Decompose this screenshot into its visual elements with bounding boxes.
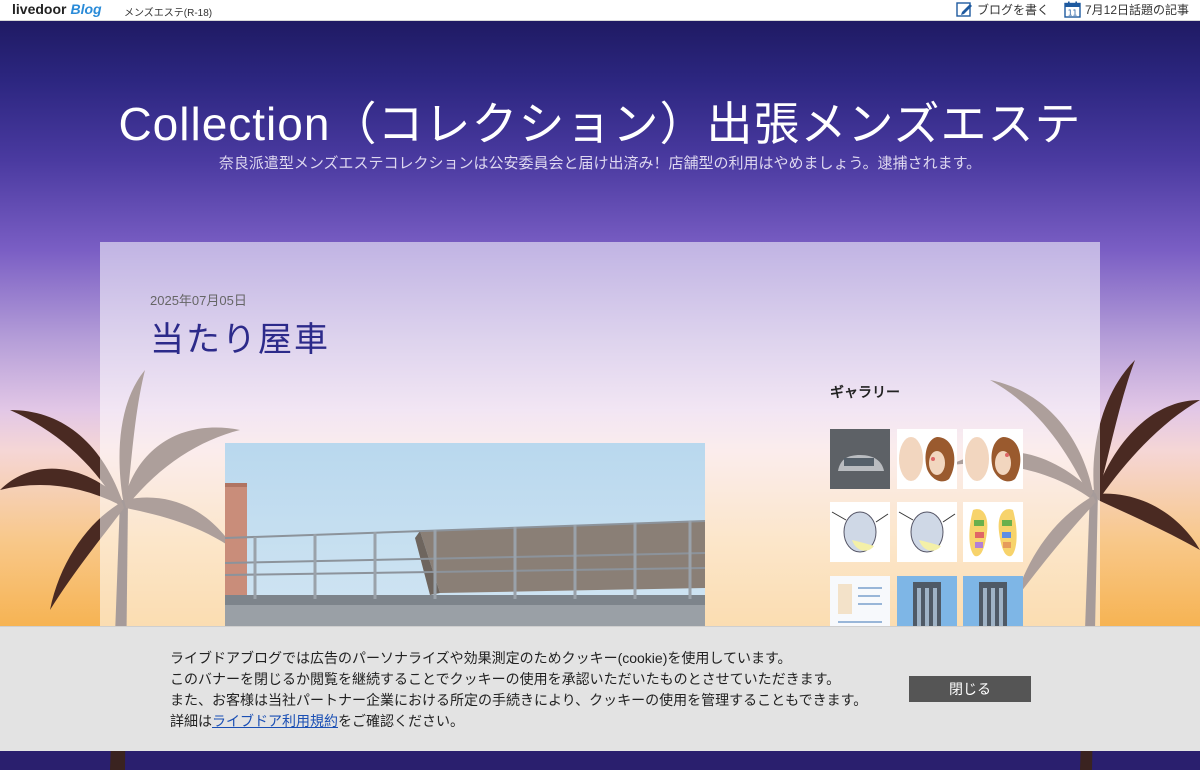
ear-diagram-icon (897, 502, 957, 562)
blog-description: 奈良派遣型メンズエステコレクションは公安委員会と届け出済み！店舗型の利用はやめま… (218, 155, 982, 172)
post-date: 2025年07月05日 (150, 293, 247, 308)
cookie-text-line-1: ライブドアブログでは広告のパーソナライズや効果測定のためクッキー(cookie)… (170, 650, 792, 666)
calendar-icon: 11 (1064, 1, 1081, 18)
trending-topic-link[interactable]: 11 7月12日話題の記事 (1064, 1, 1189, 18)
post-title[interactable]: 当たり屋車 (150, 312, 330, 361)
logo-livedoor-text: livedoor (12, 1, 67, 17)
write-blog-link[interactable]: ブログを書く (956, 1, 1049, 18)
write-blog-label: ブログを書く (977, 3, 1050, 17)
gallery-thumb-foot-chart[interactable] (963, 502, 1023, 562)
ear-diagram-icon (830, 502, 890, 562)
head-diagram-icon (897, 429, 957, 489)
cookie-text-line-4: 詳細はライブドア利用規約をご確認ください。 (170, 711, 464, 731)
cookie-text-prefix: 詳細は (170, 713, 212, 729)
head-diagram-icon (963, 429, 1023, 489)
gallery-thumb-head-1[interactable] (897, 429, 957, 489)
trending-topic-label: 7月12日話題の記事 (1085, 3, 1190, 17)
cookie-text-suffix: をご確認ください。 (338, 713, 464, 729)
cookie-close-button[interactable]: 閉じる (909, 676, 1031, 702)
logo-blog-text: Blog (70, 1, 102, 17)
cookie-consent-banner: ライブドアブログでは広告のパーソナライズや効果測定のためクッキー(cookie)… (0, 626, 1200, 751)
gallery-thumb-head-2[interactable] (963, 429, 1023, 489)
terms-of-use-link[interactable]: ライブドア利用規約 (212, 713, 338, 729)
livedoor-top-bar: livedoor Blog メンズエステ(R-18) ブログを書く 11 7月12… (0, 0, 1200, 21)
livedoor-blog-logo[interactable]: livedoor Blog (12, 1, 102, 17)
foot-reflex-chart-icon (963, 502, 1023, 562)
car-photo-icon (830, 429, 890, 489)
blog-category-link[interactable]: メンズエステ(R-18) (124, 4, 212, 19)
gallery-thumb-ear-2[interactable] (897, 502, 957, 562)
pencil-edit-icon (956, 2, 972, 17)
gallery-thumb-car[interactable] (830, 429, 890, 489)
gallery-heading: ギャラリー (830, 384, 900, 400)
cookie-text-line-2: このバナーを閉じるか閲覧を継続することでクッキーの使用を承認いただいたものとさせ… (170, 671, 841, 687)
blog-title[interactable]: Collection（コレクション）出張メンズエステ (0, 88, 1200, 154)
cookie-text-line-3: また、お客様は当社パートナー企業における所定の手続きにより、クッキーの使用を管理… (170, 692, 868, 708)
calendar-day-text: 11 (1068, 9, 1078, 18)
gallery-thumb-ear-1[interactable] (830, 502, 890, 562)
